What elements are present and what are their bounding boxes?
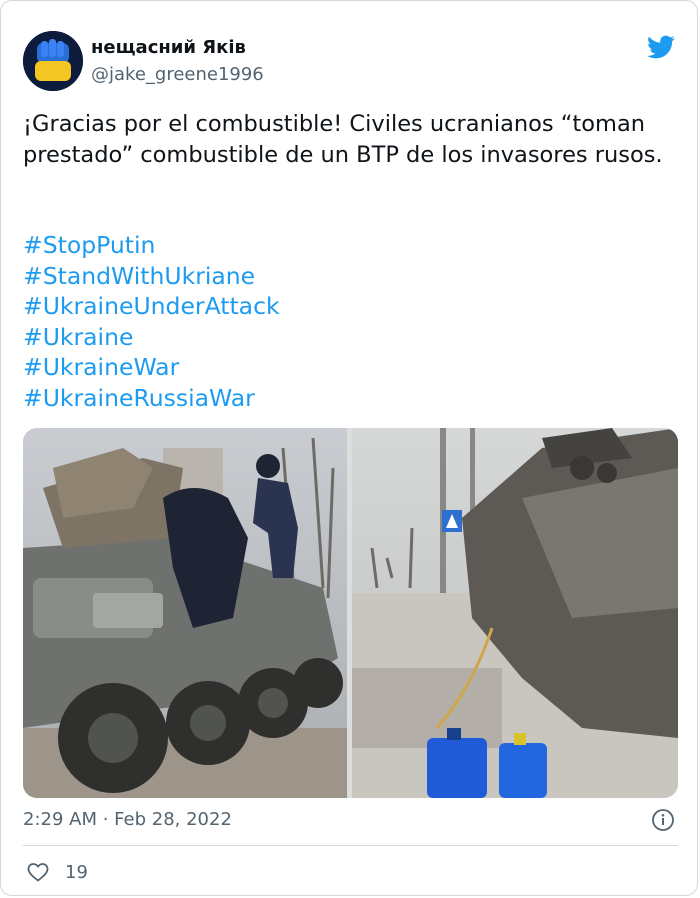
media-photo-fuel-canisters[interactable] xyxy=(352,428,678,798)
hashtag-link[interactable]: #UkraineWar xyxy=(23,352,683,383)
hashtag-list: #StopPutin #StandWithUkriane #UkraineUnd… xyxy=(23,230,683,414)
avatar[interactable] xyxy=(23,31,83,91)
media-photo-apc-civilians[interactable] xyxy=(23,428,347,798)
tweet-media xyxy=(23,428,678,798)
heart-icon[interactable] xyxy=(26,860,50,884)
tweet-timestamp[interactable]: 2:29 AM · Feb 28, 2022 xyxy=(23,809,232,830)
hashtag-link[interactable]: #UkraineRussiaWar xyxy=(23,383,683,414)
tweet-text: ¡Gracias por el combustible! Civiles ucr… xyxy=(23,111,663,168)
like-count: 19 xyxy=(65,862,88,883)
tweet-card: нещасний Яків @jake_greene1996 ¡Gracias … xyxy=(0,0,698,896)
hashtag-link[interactable]: #StopPutin xyxy=(23,230,683,261)
author-handle[interactable]: @jake_greene1996 xyxy=(91,64,264,85)
twitter-bird-icon[interactable] xyxy=(645,33,677,61)
divider xyxy=(23,845,678,846)
info-icon[interactable] xyxy=(651,808,675,832)
hashtag-link[interactable]: #UkraineUnderAttack xyxy=(23,291,683,322)
hashtag-link[interactable]: #Ukraine xyxy=(23,322,683,353)
author-display-name[interactable]: нещасний Яків xyxy=(91,37,246,58)
hashtag-link[interactable]: #StandWithUkriane xyxy=(23,261,683,292)
